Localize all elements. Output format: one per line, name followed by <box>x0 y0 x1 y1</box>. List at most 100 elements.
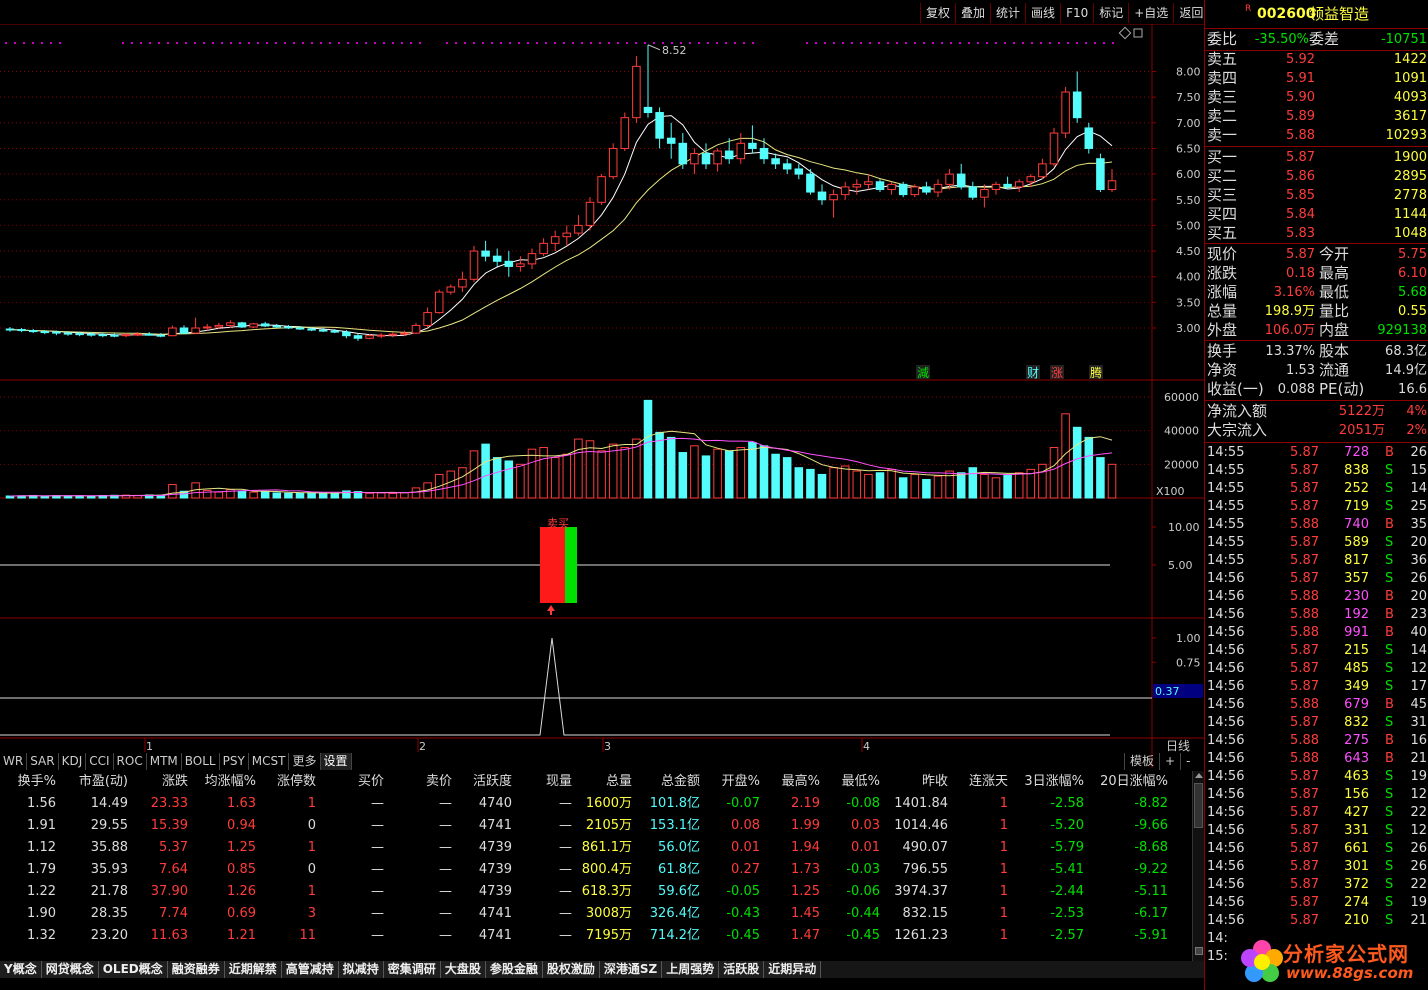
toolbar-button-2[interactable]: 统计 <box>990 3 1025 23</box>
candle-down[interactable] <box>922 186 931 193</box>
sector-tab-13[interactable]: 活跃股 <box>719 961 765 978</box>
toolbar-button-6[interactable]: +自选 <box>1128 3 1173 23</box>
volume-bar[interactable] <box>1107 463 1117 499</box>
candle-up[interactable] <box>133 333 142 336</box>
volume-bar[interactable] <box>771 453 780 499</box>
volume-bar[interactable] <box>249 491 258 499</box>
volume-bar[interactable] <box>1084 436 1094 499</box>
candle-up[interactable] <box>1061 91 1070 134</box>
candle-down[interactable] <box>156 334 166 337</box>
volume-bar[interactable] <box>1038 463 1047 499</box>
sector-tab-9[interactable]: 参股金融 <box>485 961 543 978</box>
candle-up[interactable] <box>1014 181 1024 188</box>
volume-bar[interactable] <box>214 491 224 499</box>
volume-bar[interactable] <box>1072 426 1082 499</box>
candle-up[interactable] <box>933 183 943 193</box>
candle-down[interactable] <box>956 173 966 188</box>
sector-tab-12[interactable]: 上周强势 <box>662 961 720 978</box>
candle-up[interactable] <box>620 117 630 149</box>
candle-down[interactable] <box>817 191 827 201</box>
template-tab-2[interactable]: - <box>1180 753 1195 770</box>
toolbar-button-5[interactable]: 标记 <box>1093 3 1128 23</box>
volume-bar[interactable] <box>875 472 885 499</box>
table-row[interactable]: 1.12 35.88 5.37 1.25 1 — — 4739 — 861.1万 56.0亿 0.01… <box>0 837 1192 859</box>
candle-up[interactable] <box>597 176 606 203</box>
table-row[interactable]: 1.32 23.20 11.63 1.21 11 — — 4741 — 7195万 714.2亿 -0… <box>0 925 1192 947</box>
indicator-tab-4[interactable]: ROC <box>114 753 147 770</box>
ind3-buy-bar[interactable] <box>565 527 577 603</box>
candle-up[interactable] <box>527 253 537 265</box>
volume-bar[interactable] <box>272 492 282 499</box>
volume-bar[interactable] <box>307 492 316 499</box>
sector-tab-0[interactable]: Y概念 <box>0 961 42 978</box>
scroll-up-icon[interactable] <box>1195 773 1203 778</box>
candle-up[interactable] <box>434 291 444 314</box>
volume-bar[interactable] <box>539 447 548 499</box>
candle-up[interactable] <box>458 278 467 288</box>
volume-bar[interactable] <box>933 475 943 499</box>
volume-bar[interactable] <box>806 468 815 499</box>
candle-down[interactable] <box>1096 158 1105 190</box>
candle-up[interactable] <box>864 181 873 185</box>
candle-up[interactable] <box>632 65 641 119</box>
ind3-sell-bar[interactable] <box>540 527 565 603</box>
candle-down[interactable] <box>260 323 270 327</box>
candle-down[interactable] <box>5 328 15 331</box>
candle-up[interactable] <box>226 322 235 326</box>
volume-bar[interactable] <box>330 493 340 499</box>
candle-down[interactable] <box>748 142 757 149</box>
candle-up[interactable] <box>690 153 699 165</box>
table-row[interactable]: 1.22 21.78 37.90 1.26 1 — — 4739 — 618.3万 59.6亿 -0.… <box>0 881 1192 903</box>
volume-bar[interactable] <box>840 465 850 499</box>
volume-bar[interactable] <box>980 473 989 499</box>
candle-up[interactable] <box>516 263 525 267</box>
candle-up[interactable] <box>446 286 456 293</box>
volume-bar[interactable] <box>295 492 305 499</box>
candle-up[interactable] <box>168 327 177 337</box>
candle-down[interactable] <box>272 325 282 328</box>
volume-bar[interactable] <box>550 457 560 499</box>
volume-bar[interactable] <box>365 492 374 499</box>
candle-up[interactable] <box>840 186 850 196</box>
volume-bar[interactable] <box>678 452 688 499</box>
candle-up[interactable] <box>469 250 479 280</box>
candle-up[interactable] <box>910 186 920 196</box>
sector-tab-10[interactable]: 股权激励 <box>542 961 600 978</box>
candle-up[interactable] <box>991 183 1001 190</box>
candle-up[interactable] <box>574 224 583 234</box>
volume-bar[interactable] <box>1003 473 1012 499</box>
candle-down[interactable] <box>63 332 73 335</box>
volume-bar[interactable] <box>991 477 1001 499</box>
candle-up[interactable] <box>980 188 989 198</box>
sector-tab-4[interactable]: 近期解禁 <box>224 961 282 978</box>
candle-down[interactable] <box>724 150 734 160</box>
candle-up[interactable] <box>191 327 200 334</box>
candle-down[interactable] <box>1003 183 1012 188</box>
candle-down[interactable] <box>643 106 653 114</box>
volume-bar[interactable] <box>701 455 711 499</box>
toolbar-button-1[interactable]: 叠加 <box>955 3 990 23</box>
volume-bar[interactable] <box>748 441 757 499</box>
volume-bar[interactable] <box>585 440 595 499</box>
toolbar-button-4[interactable]: F10 <box>1060 3 1093 23</box>
volume-bar[interactable] <box>643 399 653 499</box>
candle-down[interactable] <box>86 333 96 336</box>
volume-bar[interactable] <box>759 445 769 499</box>
candle-down[interactable] <box>144 333 154 336</box>
candle-down[interactable] <box>771 158 780 165</box>
candle-down[interactable] <box>655 112 664 139</box>
candle-down[interactable] <box>875 181 885 190</box>
candle-down[interactable] <box>759 147 769 160</box>
candle-down[interactable] <box>353 335 363 339</box>
volume-bar[interactable] <box>968 467 978 499</box>
candle-down[interactable] <box>806 173 815 193</box>
volume-bar[interactable] <box>388 492 398 499</box>
candle-up[interactable] <box>713 150 722 165</box>
candle-up[interactable] <box>388 333 398 336</box>
candle-down[interactable] <box>481 250 490 257</box>
volume-bar[interactable] <box>794 467 804 499</box>
indicator-tab-7[interactable]: PSY <box>220 753 249 770</box>
volume-bar[interactable] <box>829 467 838 499</box>
candle-down[interactable] <box>782 163 792 170</box>
candle-down[interactable] <box>237 322 247 328</box>
